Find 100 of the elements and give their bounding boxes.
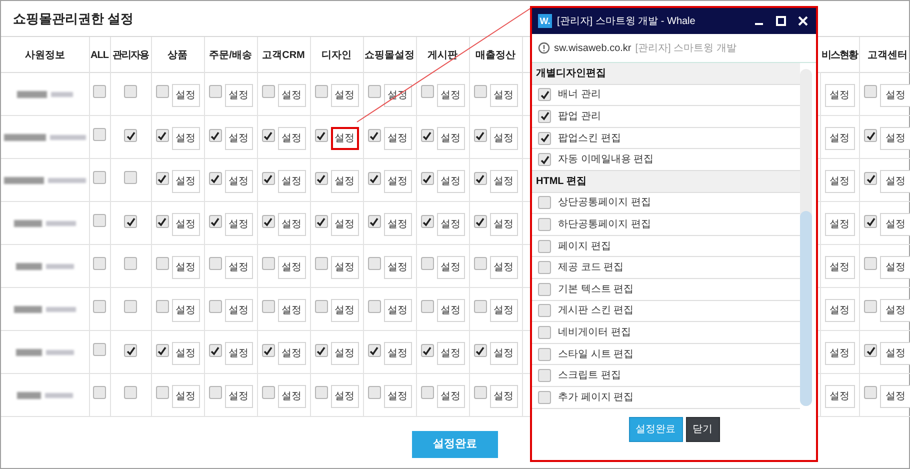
checkbox[interactable] (474, 344, 486, 357)
settings-button[interactable]: 설정 (224, 298, 252, 322)
settings-button[interactable]: 설정 (436, 170, 464, 192)
settings-button[interactable]: 설정 (278, 170, 306, 192)
checkbox[interactable] (368, 129, 380, 142)
checkbox[interactable] (93, 386, 106, 398)
checkbox[interactable] (124, 386, 137, 398)
checkbox[interactable] (314, 386, 328, 398)
settings-button[interactable]: 설정 (224, 170, 252, 192)
settings-button[interactable]: 설정 (490, 84, 518, 106)
checkbox[interactable] (124, 84, 137, 98)
checkbox[interactable] (262, 256, 274, 270)
checkbox[interactable] (208, 386, 222, 398)
checkbox[interactable] (474, 256, 486, 270)
checkbox[interactable] (864, 386, 877, 398)
checkbox[interactable] (156, 172, 168, 185)
checkbox[interactable] (474, 84, 486, 98)
checkbox[interactable] (93, 128, 106, 140)
checkbox[interactable] (124, 170, 137, 184)
settings-button[interactable]: 설정 (330, 84, 358, 106)
settings-button[interactable]: 설정 (224, 212, 252, 236)
settings-button[interactable]: 설정 (880, 384, 910, 408)
checkbox[interactable] (156, 344, 168, 357)
checkbox[interactable] (420, 84, 434, 98)
checkbox[interactable] (368, 386, 380, 398)
settings-button[interactable]: 설정 (330, 298, 358, 322)
settings-button[interactable]: 설정 (490, 256, 518, 278)
checkbox[interactable] (208, 129, 222, 142)
settings-button[interactable]: 설정 (824, 256, 854, 278)
settings-button[interactable]: 설정 (436, 342, 464, 364)
settings-button[interactable]: 설정 (278, 342, 306, 364)
settings-button[interactable]: 설정 (330, 256, 358, 278)
settings-button[interactable]: 설정 (824, 84, 854, 106)
settings-button[interactable]: 설정 (172, 126, 200, 150)
settings-button[interactable]: 설정 (330, 170, 358, 192)
settings-button[interactable]: 설정 (880, 298, 910, 322)
settings-button[interactable]: 설정 (436, 126, 464, 150)
checkbox[interactable] (538, 369, 551, 382)
checkbox[interactable] (864, 84, 877, 98)
settings-button[interactable]: 설정 (278, 384, 306, 408)
settings-button[interactable]: 설정 (880, 170, 910, 192)
checkbox[interactable] (420, 215, 434, 228)
checkbox[interactable] (538, 261, 551, 274)
checkbox[interactable] (314, 344, 328, 357)
settings-button[interactable]: 설정 (330, 342, 358, 364)
settings-button[interactable]: 설정 (490, 298, 518, 322)
checkbox[interactable] (208, 344, 222, 357)
settings-button[interactable]: 설정 (384, 126, 412, 150)
checkbox[interactable] (474, 386, 486, 398)
checkbox[interactable] (538, 218, 551, 231)
checkbox[interactable] (420, 300, 434, 312)
checkbox[interactable] (538, 153, 551, 166)
settings-button[interactable]: 설정 (172, 342, 200, 364)
settings-button[interactable]: 설정 (278, 84, 306, 106)
settings-button[interactable]: 설정 (384, 256, 412, 278)
settings-button[interactable]: 설정 (824, 298, 854, 322)
settings-button[interactable]: 설정 (824, 170, 854, 192)
settings-button[interactable]: 설정 (278, 126, 306, 150)
settings-button[interactable]: 설정 (490, 342, 518, 364)
checkbox[interactable] (314, 256, 328, 270)
checkbox[interactable] (156, 300, 168, 312)
checkbox[interactable] (93, 214, 106, 226)
checkbox[interactable] (208, 256, 222, 270)
settings-button[interactable]: 설정 (172, 384, 200, 408)
checkbox[interactable] (156, 386, 168, 398)
checkbox[interactable] (156, 256, 168, 270)
checkbox[interactable] (538, 240, 551, 253)
checkbox[interactable] (864, 172, 877, 185)
checkbox[interactable] (538, 196, 551, 210)
checkbox[interactable] (208, 300, 222, 312)
settings-button[interactable]: 설정 (224, 256, 252, 278)
checkbox[interactable] (156, 84, 168, 98)
settings-button[interactable]: 설정 (384, 170, 412, 192)
checkbox[interactable] (262, 386, 274, 398)
checkbox[interactable] (262, 215, 274, 228)
settings-button[interactable]: 설정 (224, 84, 252, 106)
checkbox[interactable] (420, 386, 434, 398)
checkbox[interactable] (864, 256, 877, 270)
checkbox[interactable] (420, 344, 434, 357)
settings-button[interactable]: 설정 (384, 298, 412, 322)
checkbox[interactable] (538, 282, 551, 296)
checkbox[interactable] (864, 215, 877, 228)
checkbox[interactable] (314, 84, 328, 98)
settings-button[interactable]: 설정 (880, 84, 910, 106)
checkbox[interactable] (420, 172, 434, 185)
checkbox[interactable] (538, 132, 551, 145)
checkbox[interactable] (538, 304, 551, 318)
settings-button[interactable]: 설정 (224, 342, 252, 364)
checkbox[interactable] (474, 129, 486, 142)
checkbox[interactable] (474, 300, 486, 312)
settings-button[interactable]: 설정 (172, 298, 200, 322)
checkbox[interactable] (262, 84, 274, 98)
settings-button[interactable]: 설정 (330, 126, 358, 150)
settings-button[interactable]: 설정 (278, 256, 306, 278)
checkbox[interactable] (368, 344, 380, 357)
scrollbar[interactable] (800, 69, 812, 406)
settings-button[interactable]: 설정 (172, 84, 200, 106)
settings-button[interactable]: 설정 (384, 342, 412, 364)
checkbox[interactable] (262, 129, 274, 142)
checkbox[interactable] (93, 84, 106, 98)
